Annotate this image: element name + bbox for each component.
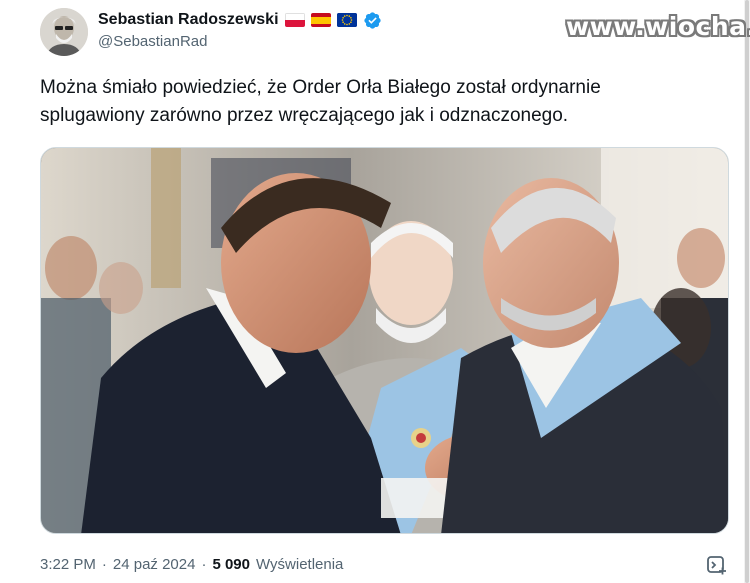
tweet-text: Można śmiało powiedzieć, że Order Orła B… xyxy=(40,74,720,130)
tweet-text-line: splugawiony zarówno przez wręczającego j… xyxy=(40,105,569,126)
flag-spain-icon xyxy=(310,13,331,27)
tweet-time[interactable]: 3:22 PM xyxy=(40,556,96,573)
views-label: Wyświetlenia xyxy=(256,556,344,573)
views-count: 5 090 xyxy=(212,556,250,573)
avatar[interactable] xyxy=(40,8,88,56)
watermark-text: www.wiocha.pl xyxy=(566,12,750,41)
author-handle[interactable]: @SebastianRad xyxy=(98,33,207,50)
meta-separator: · xyxy=(201,556,207,573)
meta-separator: · xyxy=(101,556,107,573)
flag-eu-icon xyxy=(336,13,357,27)
author-display-name[interactable]: Sebastian Radoszewski xyxy=(98,11,279,29)
photo-illustration xyxy=(41,148,728,533)
author-name-row: Sebastian Radoszewski xyxy=(98,9,382,31)
tweet-text-line: Można śmiało powiedzieć, że Order Orła B… xyxy=(40,77,601,98)
tweet-card[interactable]: Sebastian Radoszewski @SebastianRad www.… xyxy=(0,0,750,583)
grok-explain-icon[interactable] xyxy=(706,555,728,577)
tweet-date[interactable]: 24 paź 2024 xyxy=(113,556,196,573)
tweet-meta: 3:22 PM · 24 paź 2024 · 5 090 Wyświetlen… xyxy=(40,556,343,573)
verified-badge-icon[interactable] xyxy=(363,11,382,30)
flag-poland-icon xyxy=(284,13,305,27)
tweet-photo[interactable] xyxy=(40,147,729,534)
